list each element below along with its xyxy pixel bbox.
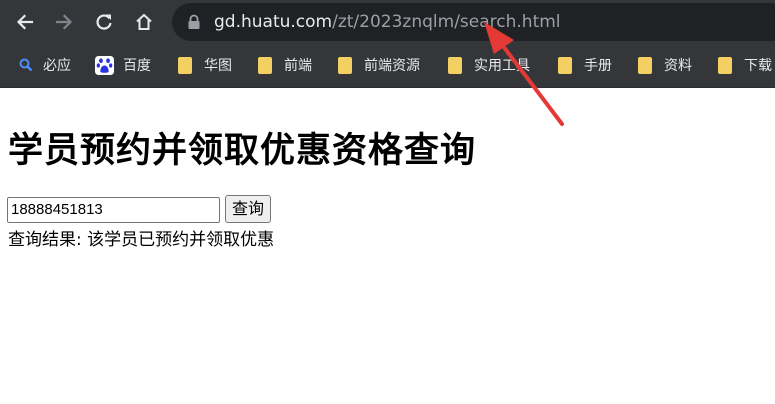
home-button[interactable]: [128, 6, 160, 38]
bookmark-label: 华图: [204, 58, 232, 74]
bookmark-label: 百度: [123, 58, 151, 74]
folder-icon: [558, 56, 572, 74]
bookmark-label: 手册: [584, 58, 612, 74]
bookmark-label: 下载: [744, 58, 772, 74]
home-icon: [136, 13, 152, 30]
folder-icon: [178, 56, 192, 74]
bookmark-label: 必应: [43, 58, 71, 74]
bookmark-label: 实用工具: [474, 58, 530, 74]
bookmarks-bar: 必应 百度 华图 前端 前端资源 实用工具 手册 资料 下载: [0, 44, 775, 88]
folder-icon: [638, 56, 652, 74]
url-host: gd.huatu.com: [214, 12, 333, 32]
back-arrow-icon: [16, 14, 34, 30]
folder-icon: [718, 56, 732, 74]
bookmark-folder-tools[interactable]: 实用工具: [448, 54, 530, 76]
page-title: 学员预约并领取优惠资格查询: [8, 131, 477, 171]
phone-input[interactable]: [7, 197, 220, 223]
forward-arrow-icon: [55, 14, 73, 30]
folder-icon: [448, 56, 462, 74]
search-icon: [19, 58, 33, 72]
reload-icon: [96, 14, 112, 30]
page-content: 学员预约并领取优惠资格查询 查询 查询结果: 该学员已预约并领取优惠: [0, 88, 775, 404]
back-button[interactable]: [9, 6, 41, 38]
bookmark-folder-manual[interactable]: 手册: [558, 54, 612, 76]
reload-button[interactable]: [88, 6, 120, 38]
folder-icon: [338, 56, 352, 74]
address-bar[interactable]: gd.huatu.com/zt/2023znqlm/search.html: [172, 3, 775, 41]
bookmark-folder-downloads[interactable]: 下载: [718, 54, 772, 76]
bookmark-label: 前端: [284, 58, 312, 74]
lock-icon: [188, 14, 200, 29]
bookmark-folder-materials[interactable]: 资料: [638, 54, 692, 76]
bookmark-folder-huatu[interactable]: 华图: [178, 54, 232, 76]
url-path: /zt/2023znqlm/search.html: [332, 12, 561, 32]
bookmark-bing[interactable]: 必应: [18, 54, 71, 76]
browser-toolbar: gd.huatu.com/zt/2023znqlm/search.html: [0, 0, 775, 44]
folder-icon: [258, 56, 272, 74]
forward-button[interactable]: [48, 6, 80, 38]
url-text: gd.huatu.com/zt/2023znqlm/search.html: [214, 11, 561, 33]
bookmark-folder-frontend-resources[interactable]: 前端资源: [338, 54, 420, 76]
bookmark-folder-frontend[interactable]: 前端: [258, 54, 312, 76]
baidu-paw-icon: [95, 55, 114, 75]
bookmark-label: 资料: [664, 58, 692, 74]
bookmark-baidu[interactable]: 百度: [95, 54, 151, 76]
query-result: 查询结果: 该学员已预约并领取优惠: [8, 230, 275, 250]
query-button[interactable]: 查询: [225, 195, 272, 223]
bookmark-label: 前端资源: [364, 58, 420, 74]
